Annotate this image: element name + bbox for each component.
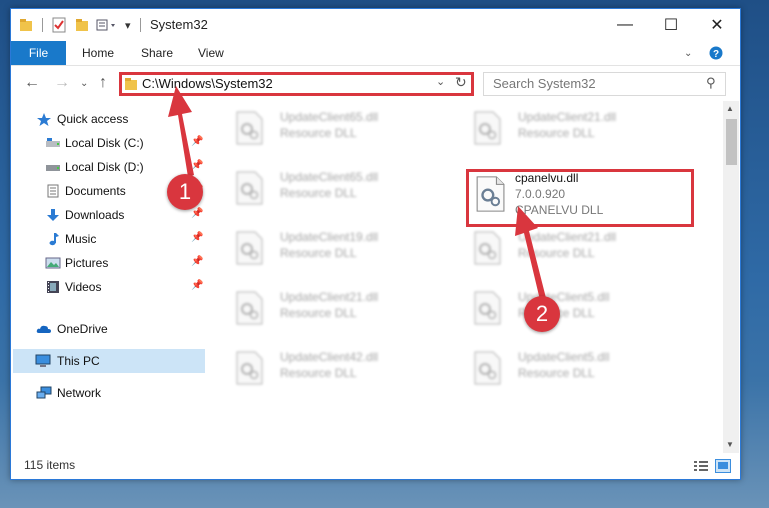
arrow-to-file <box>515 206 546 300</box>
callout-badge-1: 1 <box>167 174 203 210</box>
callout-badge-2: 2 <box>524 296 560 332</box>
annotation-arrows <box>168 86 546 300</box>
arrow-to-address-bar <box>168 86 194 177</box>
